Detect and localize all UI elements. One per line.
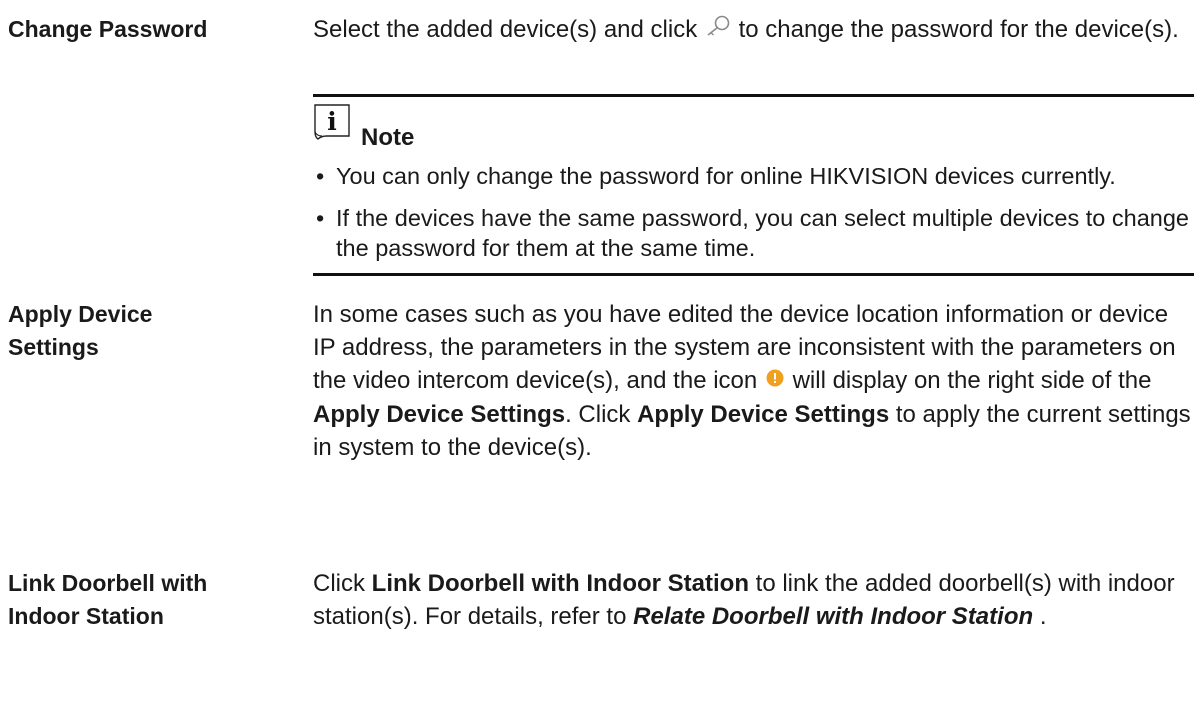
desc-bold-1: Link Doorbell with Indoor Station [371,570,749,597]
desc-text-1: Select the added device(s) and click [313,16,698,43]
desc-text-1: Click [313,570,365,597]
note-header: i Note [313,104,415,151]
desc-text-2: to change the password for the device(s)… [738,16,1179,43]
note-box: i Note You can only change the password … [313,94,1194,276]
desc-change-password: Select the added device(s) and click to … [313,13,1193,47]
desc-link-doorbell: Click Link Doorbell with Indoor Station … [313,567,1193,633]
term-line-2: Indoor Station [8,603,164,629]
desc-text-3: . Click [565,401,631,429]
term-change-password: Change Password [8,16,208,42]
desc-bold-2: Apply Device Settings [637,401,890,429]
key-icon [704,14,732,47]
term-line-1: Link Doorbell with [8,570,208,596]
desc-bold-1: Apply Device Settings [313,401,566,429]
warning-dot-icon [764,365,786,398]
desc-text-3: . [1039,603,1047,630]
term-apply-device-settings: Apply Device Settings [8,298,298,364]
note-item: If the devices have the same password, y… [313,203,1194,263]
note-list: You can only change the password for onl… [313,161,1194,275]
note-title: Note [361,124,415,151]
desc-text-2: will display on the right side of the [792,367,1152,394]
term-link-doorbell: Link Doorbell with Indoor Station [8,567,298,633]
cross-reference-link[interactable]: Relate Doorbell with Indoor Station [633,603,1033,630]
desc-apply-device-settings: In some cases such as you have edited th… [313,298,1193,464]
note-item: You can only change the password for onl… [313,161,1194,191]
info-book-icon: i [313,102,359,150]
term-line-2: Settings [8,334,99,360]
svg-text:i: i [327,107,337,136]
term-line-1: Apply Device [8,301,153,327]
